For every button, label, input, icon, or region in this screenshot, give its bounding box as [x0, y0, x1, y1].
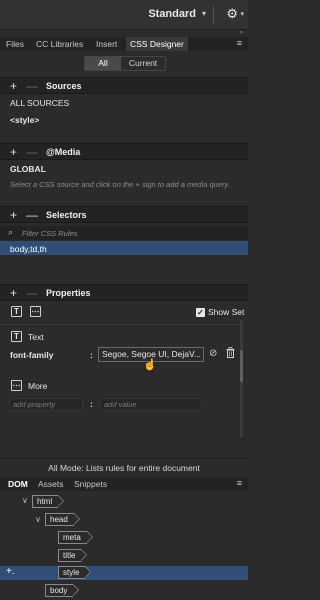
- delete-property-icon[interactable]: [226, 347, 235, 361]
- selector-item[interactable]: body,td,th: [0, 241, 248, 255]
- tab-files[interactable]: Files: [6, 37, 24, 51]
- tab-dom[interactable]: DOM: [8, 477, 28, 491]
- media-title: @Media: [46, 147, 81, 157]
- panel-tabs: Files CC Libraries Insert CSS Designer: [0, 37, 248, 51]
- more-section-icon: ⋯: [11, 380, 22, 391]
- add-property-input[interactable]: add property: [9, 398, 83, 411]
- workspace-switcher[interactable]: Standard: [148, 8, 196, 20]
- selector-filter[interactable]: ⌕ Filter CSS Rules: [0, 226, 248, 240]
- mode-status: All Mode: Lists rules for entire documen…: [0, 458, 248, 476]
- properties-header: + — Properties: [0, 284, 248, 301]
- remove-media-icon: —: [26, 145, 38, 159]
- text-section-label: Text: [28, 332, 44, 342]
- more-section-label: More: [28, 381, 48, 391]
- filter-input[interactable]: Filter CSS Rules: [22, 229, 77, 238]
- chevron-down-icon[interactable]: ∨: [22, 496, 28, 505]
- dom-selected-row: [0, 566, 248, 580]
- property-separator: :: [90, 399, 93, 409]
- property-name[interactable]: font-family: [10, 350, 53, 360]
- sources-title: Sources: [46, 81, 82, 91]
- top-bar: [0, 0, 248, 30]
- dom-panel-tabs: DOM Assets Snippets: [0, 477, 248, 491]
- show-set-checkbox[interactable]: ✓: [196, 308, 205, 317]
- remove-selector-icon[interactable]: —: [26, 208, 38, 222]
- media-item[interactable]: GLOBAL: [10, 164, 46, 174]
- all-current-toggle: All Current: [84, 56, 166, 71]
- disable-property-icon[interactable]: ⊘: [209, 348, 217, 359]
- collapse-grip-icon[interactable]: ››: [240, 30, 243, 36]
- cursor-hand-icon: ☝: [143, 359, 157, 371]
- add-value-input[interactable]: add value: [100, 398, 202, 411]
- source-item[interactable]: <style>: [10, 115, 39, 125]
- text-category-icon[interactable]: T: [11, 306, 22, 317]
- more-category-icon[interactable]: ⋯: [30, 306, 41, 317]
- selectors-title: Selectors: [46, 210, 87, 220]
- media-header: + — @Media: [0, 143, 248, 160]
- add-element-icon[interactable]: +.: [6, 566, 15, 577]
- scrollbar-thumb[interactable]: [240, 350, 243, 382]
- text-section-icon: T: [11, 331, 22, 342]
- dom-node-title[interactable]: title: [58, 549, 89, 562]
- dom-node-head[interactable]: head: [45, 513, 80, 526]
- dom-node-body[interactable]: body: [45, 584, 80, 597]
- add-selector-icon[interactable]: +: [10, 208, 17, 222]
- sources-header: + — Sources: [0, 77, 248, 94]
- remove-property-icon: —: [26, 286, 38, 300]
- chevron-down-icon[interactable]: ▾: [202, 9, 206, 18]
- property-separator: :: [90, 350, 93, 360]
- chevron-down-icon[interactable]: ▾: [240, 10, 244, 18]
- search-icon: ⌕: [8, 227, 14, 237]
- all-button[interactable]: All: [85, 57, 121, 70]
- dom-node-style[interactable]: style: [58, 566, 93, 579]
- divider: [0, 324, 240, 325]
- gear-icon[interactable]: ⚙: [226, 6, 238, 22]
- dom-node-html[interactable]: html: [32, 495, 65, 508]
- tab-assets[interactable]: Assets: [38, 477, 64, 491]
- current-button[interactable]: Current: [121, 57, 165, 70]
- divider: [213, 6, 214, 24]
- tab-insert[interactable]: Insert: [96, 37, 117, 51]
- add-source-icon[interactable]: +: [10, 79, 17, 93]
- tab-cc-libraries[interactable]: CC Libraries: [36, 37, 83, 51]
- tab-css-designer[interactable]: CSS Designer: [126, 37, 188, 51]
- show-set-label: Show Set: [208, 307, 245, 317]
- panel-menu-icon[interactable]: ≡: [237, 38, 242, 48]
- tab-snippets[interactable]: Snippets: [74, 477, 107, 491]
- panel-menu-icon[interactable]: ≡: [237, 478, 242, 488]
- properties-title: Properties: [46, 288, 91, 298]
- remove-source-icon: —: [26, 79, 38, 93]
- chevron-down-icon[interactable]: ∨: [35, 515, 41, 524]
- selectors-header: + — Selectors: [0, 206, 248, 223]
- source-item[interactable]: ALL SOURCES: [10, 98, 69, 108]
- dom-node-meta[interactable]: meta: [58, 531, 93, 544]
- add-property-icon[interactable]: +: [10, 286, 17, 300]
- add-media-icon[interactable]: +: [10, 145, 17, 159]
- media-hint: Select a CSS source and click on the + s…: [10, 180, 230, 189]
- selector-label: body,td,th: [10, 244, 47, 254]
